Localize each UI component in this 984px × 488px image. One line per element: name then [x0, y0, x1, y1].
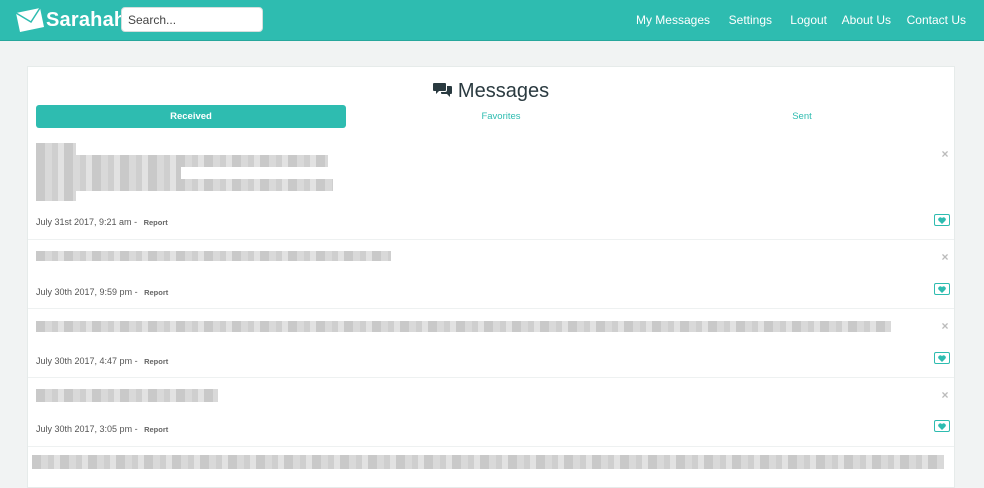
message-item: × July 30th 2017, 3:05 pm - Report — [28, 377, 954, 447]
search-input[interactable] — [121, 7, 263, 32]
message-date: July 30th 2017, 4:47 pm — [36, 356, 133, 366]
close-icon[interactable]: × — [940, 251, 950, 263]
heart-icon — [938, 422, 946, 430]
report-link[interactable]: Report — [144, 357, 168, 366]
message-item: × July 31st 2017, 9:21 am - Report — [28, 138, 954, 240]
nav-about-us[interactable]: About Us — [842, 13, 891, 27]
favorite-button[interactable] — [934, 420, 950, 432]
message-item: × July 30th 2017, 9:59 pm - Report — [28, 239, 954, 309]
tab-favorites[interactable]: Favorites — [346, 105, 656, 128]
nav-settings[interactable]: Settings — [729, 13, 772, 27]
message-meta: July 30th 2017, 3:05 pm - Report — [36, 424, 169, 434]
favorite-button[interactable] — [934, 352, 950, 364]
tab-received[interactable]: Received — [36, 105, 346, 128]
close-icon[interactable]: × — [940, 148, 950, 160]
favorite-button[interactable] — [934, 283, 950, 295]
heart-icon — [938, 216, 946, 224]
report-link[interactable]: Report — [144, 288, 168, 297]
heart-icon — [938, 354, 946, 362]
nav-contact-us[interactable]: Contact Us — [907, 13, 966, 27]
message-meta: July 30th 2017, 4:47 pm - Report — [36, 356, 169, 366]
message-date: July 30th 2017, 9:59 pm — [36, 287, 133, 297]
message-date: July 30th 2017, 3:05 pm — [36, 424, 133, 434]
messages-panel: Messages Received Favorites Sent × July … — [27, 66, 955, 488]
message-meta: July 31st 2017, 9:21 am - Report — [36, 217, 168, 227]
message-meta: July 30th 2017, 9:59 pm - Report — [36, 287, 169, 297]
message-item: × July 30th 2017, 4:47 pm - Report — [28, 308, 954, 378]
brand-logo[interactable]: Sarahah — [14, 6, 126, 34]
message-date: July 31st 2017, 9:21 am — [36, 217, 132, 227]
nav-my-messages[interactable]: My Messages — [636, 13, 710, 27]
close-icon[interactable]: × — [940, 320, 950, 332]
page-title: Messages — [28, 79, 954, 103]
close-icon[interactable]: × — [940, 389, 950, 401]
envelope-icon — [15, 7, 44, 32]
message-item — [28, 446, 954, 487]
comments-icon — [432, 83, 452, 97]
nav-logout[interactable]: Logout — [790, 13, 827, 27]
tab-sent[interactable]: Sent — [656, 105, 948, 128]
report-link[interactable]: Report — [144, 218, 168, 227]
brand-name: Sarahah — [46, 8, 127, 31]
page-title-text: Messages — [457, 79, 550, 102]
favorite-button[interactable] — [934, 214, 950, 226]
report-link[interactable]: Report — [144, 425, 168, 434]
navbar: Sarahah My Messages Settings Logout Abou… — [0, 0, 984, 41]
message-tabs: Received Favorites Sent — [36, 105, 948, 128]
heart-icon — [938, 285, 946, 293]
